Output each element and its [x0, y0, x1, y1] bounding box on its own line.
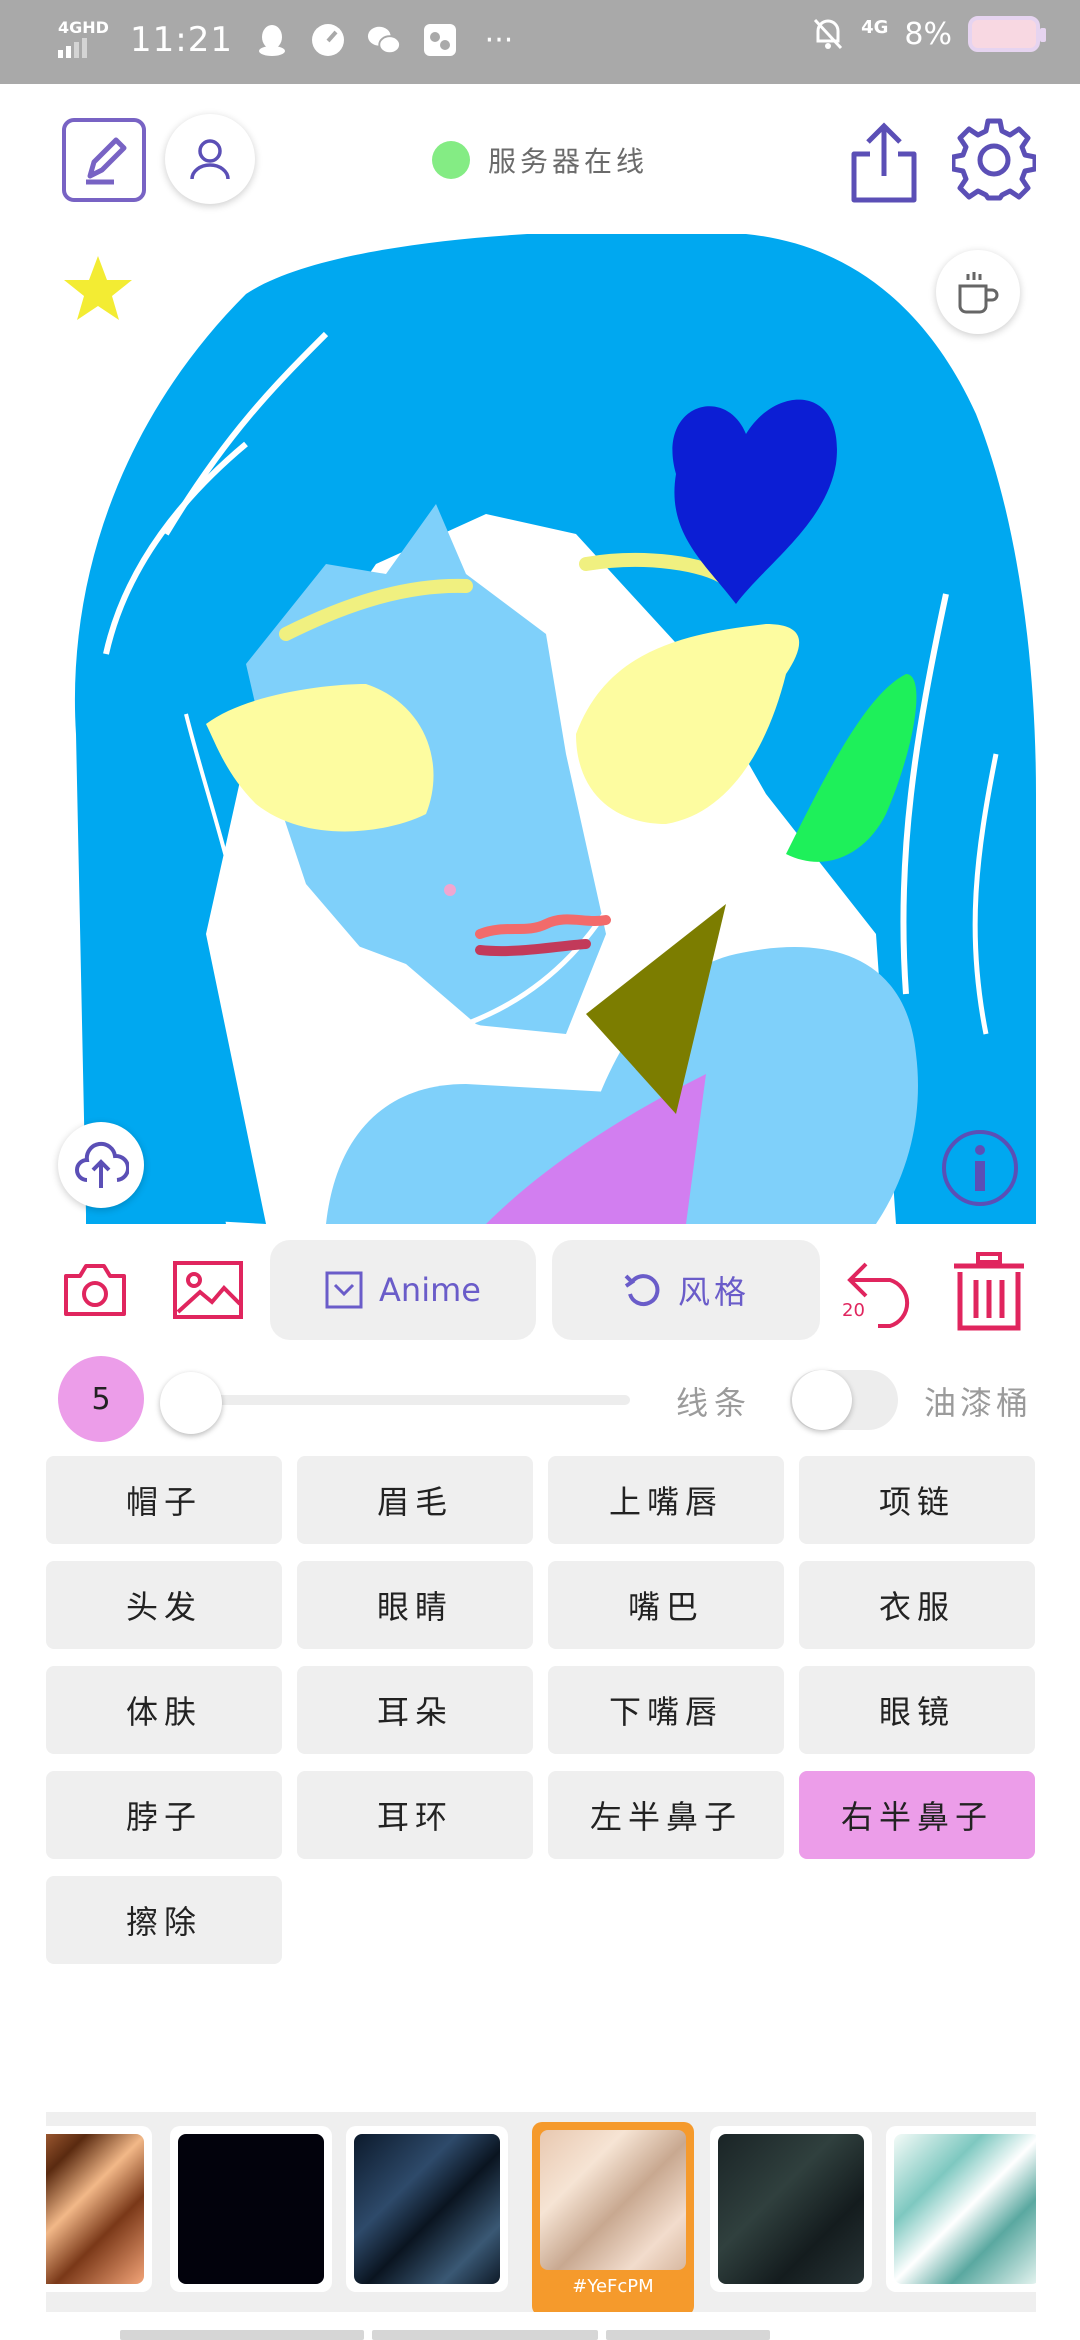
paint-bucket-toggle[interactable]	[790, 1370, 898, 1430]
cloud-upload-icon	[75, 1141, 129, 1188]
swatch-item[interactable]	[46, 2126, 152, 2292]
swatch-texture-copper	[46, 2134, 144, 2284]
line-mode-label: 线条	[676, 1384, 753, 1422]
swatch-item[interactable]	[346, 2126, 508, 2292]
part-button[interactable]: 上嘴唇	[548, 1456, 784, 1544]
part-button[interactable]: 擦除	[46, 1876, 282, 1964]
server-status: 服务器在线	[432, 140, 648, 180]
part-button[interactable]: 左半鼻子	[548, 1771, 784, 1859]
swatch-item-selected[interactable]: #YeFcPM	[532, 2122, 694, 2312]
part-button[interactable]: 耳环	[297, 1771, 533, 1859]
edit-button[interactable]	[62, 118, 146, 202]
texture-swatch-strip[interactable]: #YeFcPM	[46, 2112, 1036, 2312]
star-favorite-icon[interactable]	[62, 252, 134, 324]
undo-count: 20	[842, 1300, 865, 1321]
part-button[interactable]: 脖子	[46, 1771, 282, 1859]
settings-button[interactable]	[950, 118, 1038, 202]
network-type-right: 4G	[861, 16, 889, 38]
share-button[interactable]	[848, 120, 920, 204]
part-button[interactable]: 耳朵	[297, 1666, 533, 1754]
brush-controls: 5 线条 油漆桶	[0, 1342, 1080, 1452]
brush-size-badge: 5	[58, 1356, 144, 1442]
dropdown-box-icon	[325, 1271, 363, 1309]
clock: 11:21	[130, 20, 233, 60]
coffee-button[interactable]	[936, 250, 1020, 334]
image-picker-icon[interactable]	[172, 1260, 244, 1320]
info-icon[interactable]	[940, 1128, 1020, 1208]
toggle-knob	[792, 1370, 852, 1430]
speedometer-icon	[311, 23, 345, 57]
wechat-icon	[367, 23, 401, 57]
swatch-texture-cream	[540, 2130, 686, 2270]
brush-size-slider[interactable]	[190, 1395, 630, 1405]
swatch-texture-black	[178, 2134, 324, 2284]
share-upload-icon	[851, 122, 917, 203]
part-button[interactable]: 头发	[46, 1561, 282, 1649]
part-selector-grid: 帽子 眉毛 上嘴唇 项链头发 眼睛 嘴巴 衣服体肤 耳朵 下嘴唇 眼镜脖子 耳环 左半鼻子 右半鼻子擦除	[46, 1456, 1036, 1964]
part-button[interactable]: 帽子	[46, 1456, 282, 1544]
user-button[interactable]	[165, 114, 255, 204]
swatch-texture-mint	[894, 2134, 1036, 2284]
anime-button[interactable]: Anime	[270, 1240, 536, 1340]
status-dot-icon	[432, 141, 470, 179]
part-button[interactable]: 嘴巴	[548, 1561, 784, 1649]
refresh-icon	[624, 1274, 660, 1307]
trash-icon[interactable]	[950, 1252, 1028, 1332]
mute-bell-icon	[811, 17, 845, 51]
coffee-cup-icon	[958, 272, 999, 314]
anime-sketch-drawing	[74, 234, 1036, 1224]
part-button[interactable]: 项链	[799, 1456, 1035, 1544]
swatch-item[interactable]	[710, 2126, 872, 2292]
status-bar: 4GHD 11:21 ··· 4G 8%	[0, 0, 1080, 84]
more-dots-icon: ···	[484, 22, 514, 58]
part-button[interactable]: 体肤	[46, 1666, 282, 1754]
part-button[interactable]: 右半鼻子	[799, 1771, 1035, 1859]
swatch-item[interactable]	[170, 2126, 332, 2292]
anime-button-label: Anime	[379, 1271, 481, 1309]
swatch-texture-dark-teal	[718, 2134, 864, 2284]
user-icon	[190, 139, 230, 180]
swatch-texture-navy	[354, 2134, 500, 2284]
server-status-label: 服务器在线	[488, 145, 649, 178]
camera-icon[interactable]	[62, 1262, 128, 1318]
network-type: 4GHD	[58, 18, 109, 37]
style-button-label: 风格	[677, 1273, 750, 1311]
style-button[interactable]: 风格	[552, 1240, 820, 1340]
gallery-icon	[423, 23, 457, 57]
swatch-item[interactable]	[886, 2126, 1036, 2292]
cloud-upload-button[interactable]	[58, 1122, 144, 1208]
part-button[interactable]: 衣服	[799, 1561, 1035, 1649]
battery-icon	[968, 16, 1046, 52]
gear-icon	[950, 118, 1038, 201]
qq-icon	[255, 23, 289, 57]
scroll-indicator	[120, 2330, 770, 2340]
battery-percent: 8%	[904, 16, 952, 52]
part-button[interactable]: 眉毛	[297, 1456, 533, 1544]
top-bar: 服务器在线	[0, 84, 1080, 234]
part-button[interactable]: 眼镜	[799, 1666, 1035, 1754]
paint-bucket-label: 油漆桶	[924, 1384, 1033, 1422]
drawing-canvas[interactable]	[46, 234, 1036, 1224]
part-button[interactable]: 眼睛	[297, 1561, 533, 1649]
signal-icon: 4GHD	[58, 18, 109, 62]
pencil-edit-icon	[86, 137, 127, 185]
tool-row: Anime 风格 20	[0, 1238, 1080, 1342]
swatch-code-label: #YeFcPM	[572, 2276, 654, 2297]
part-button[interactable]: 下嘴唇	[548, 1666, 784, 1754]
brush-size-slider-knob[interactable]	[160, 1372, 222, 1434]
